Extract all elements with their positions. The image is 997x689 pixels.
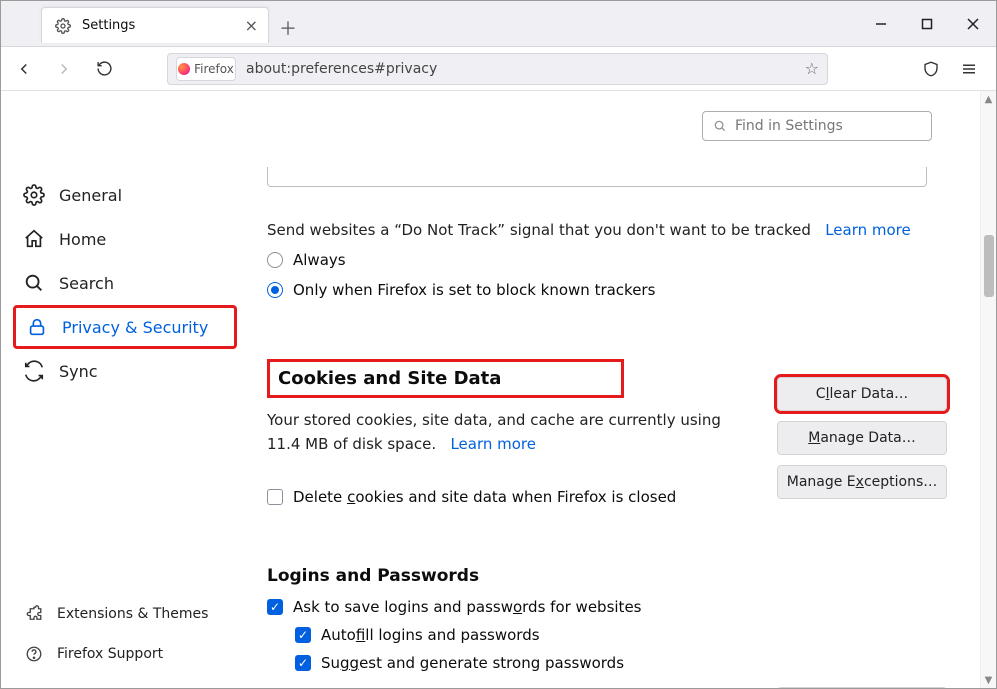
vertical-scrollbar[interactable]: ▲ ▼ bbox=[980, 91, 996, 688]
sidebar-item-label: Search bbox=[59, 274, 114, 293]
sidebar-firefox-support[interactable]: Firefox Support bbox=[13, 638, 218, 670]
trackers-box-bottom bbox=[267, 167, 927, 187]
window-minimize-button[interactable] bbox=[858, 1, 904, 47]
forward-button[interactable] bbox=[47, 52, 81, 86]
firefox-icon bbox=[178, 63, 190, 75]
identity-label: Firefox bbox=[194, 62, 234, 76]
sidebar-item-sync[interactable]: Sync bbox=[13, 349, 237, 393]
sidebar-item-label: Firefox Support bbox=[57, 646, 163, 662]
scroll-down-button[interactable]: ▼ bbox=[981, 672, 996, 688]
radio-icon bbox=[267, 282, 283, 298]
help-icon bbox=[23, 643, 45, 665]
autofill-logins-checkbox[interactable]: ✓ Autofill logins and passwords bbox=[295, 626, 947, 644]
checkbox-label: Delete cookies and site data when Firefo… bbox=[293, 488, 676, 506]
logins-section-heading: Logins and Passwords bbox=[267, 566, 947, 586]
sidebar-item-label: Privacy & Security bbox=[62, 318, 208, 337]
sidebar-item-label: Extensions & Themes bbox=[57, 606, 208, 622]
manage-data-button[interactable]: Manage Data… bbox=[777, 421, 947, 455]
cookies-section-heading: Cookies and Site Data bbox=[267, 359, 624, 398]
sidebar-item-label: General bbox=[59, 186, 122, 205]
radio-label: Always bbox=[293, 251, 346, 269]
suggest-strong-passwords-checkbox[interactable]: ✓ Suggest and generate strong passwords bbox=[295, 654, 947, 672]
cookies-learn-more-link[interactable]: Learn more bbox=[450, 435, 536, 453]
url-text: about:preferences#privacy bbox=[246, 61, 795, 77]
search-placeholder: Find in Settings bbox=[735, 118, 843, 134]
sidebar-item-label: Home bbox=[59, 230, 106, 249]
tab-close-icon[interactable]: × bbox=[245, 16, 258, 35]
checkbox-icon bbox=[267, 489, 283, 505]
checkbox-icon: ✓ bbox=[295, 655, 311, 671]
sync-icon bbox=[23, 360, 45, 382]
bookmark-star-icon[interactable]: ☆ bbox=[805, 59, 819, 78]
app-menu-button[interactable] bbox=[952, 52, 986, 86]
cookies-description: Your stored cookies, site data, and cach… bbox=[267, 408, 737, 456]
logins-exceptions-button[interactable]: Exceptions… bbox=[777, 687, 947, 688]
sidebar-item-label: Sync bbox=[59, 362, 98, 381]
pocket-button[interactable] bbox=[914, 52, 948, 86]
sidebar-extensions-themes[interactable]: Extensions & Themes bbox=[13, 598, 218, 630]
checkbox-label: Suggest and generate strong passwords bbox=[321, 654, 624, 672]
sidebar-item-search[interactable]: Search bbox=[13, 261, 237, 305]
dnt-radio-only-blocking[interactable]: Only when Firefox is set to block known … bbox=[267, 281, 947, 299]
checkbox-icon: ✓ bbox=[267, 599, 283, 615]
dnt-learn-more-link[interactable]: Learn more bbox=[825, 221, 911, 239]
home-icon bbox=[23, 228, 45, 250]
settings-sidebar: General Home Search Privacy & Security bbox=[1, 91, 249, 688]
checkbox-label: Ask to save logins and passwords for web… bbox=[293, 598, 641, 616]
search-icon bbox=[713, 119, 727, 133]
settings-search-input[interactable]: Find in Settings bbox=[702, 111, 932, 141]
checkbox-icon: ✓ bbox=[295, 627, 311, 643]
new-tab-button[interactable]: ＋ bbox=[279, 15, 297, 41]
identity-badge[interactable]: Firefox bbox=[176, 57, 236, 81]
radio-label: Only when Firefox is set to block known … bbox=[293, 281, 655, 299]
browser-tab[interactable]: Settings × bbox=[41, 7, 269, 43]
dnt-radio-always[interactable]: Always bbox=[267, 251, 947, 269]
back-button[interactable] bbox=[7, 52, 41, 86]
clear-data-button[interactable]: Cllear Data… bbox=[777, 377, 947, 411]
manage-exceptions-button[interactable]: Manage Exceptions… bbox=[777, 465, 947, 499]
scroll-up-button[interactable]: ▲ bbox=[981, 91, 996, 107]
puzzle-icon bbox=[23, 603, 45, 625]
sidebar-item-privacy-security[interactable]: Privacy & Security bbox=[13, 305, 237, 349]
url-bar[interactable]: Firefox about:preferences#privacy ☆ bbox=[167, 53, 828, 85]
window-maximize-button[interactable] bbox=[904, 1, 950, 47]
scroll-thumb[interactable] bbox=[984, 235, 994, 297]
tab-title: Settings bbox=[82, 18, 135, 33]
window-close-button[interactable] bbox=[950, 1, 996, 47]
sidebar-item-general[interactable]: General bbox=[13, 173, 237, 217]
radio-icon bbox=[267, 252, 283, 268]
checkbox-label: Autofill logins and passwords bbox=[321, 626, 540, 644]
sidebar-item-home[interactable]: Home bbox=[13, 217, 237, 261]
search-icon bbox=[23, 272, 45, 294]
gear-icon bbox=[23, 184, 45, 206]
gear-icon bbox=[52, 15, 74, 37]
reload-button[interactable] bbox=[87, 52, 121, 86]
ask-save-logins-checkbox[interactable]: ✓ Ask to save logins and passwords for w… bbox=[267, 598, 947, 616]
lock-icon bbox=[26, 316, 48, 338]
dnt-description: Send websites a “Do Not Track” signal th… bbox=[267, 221, 947, 239]
